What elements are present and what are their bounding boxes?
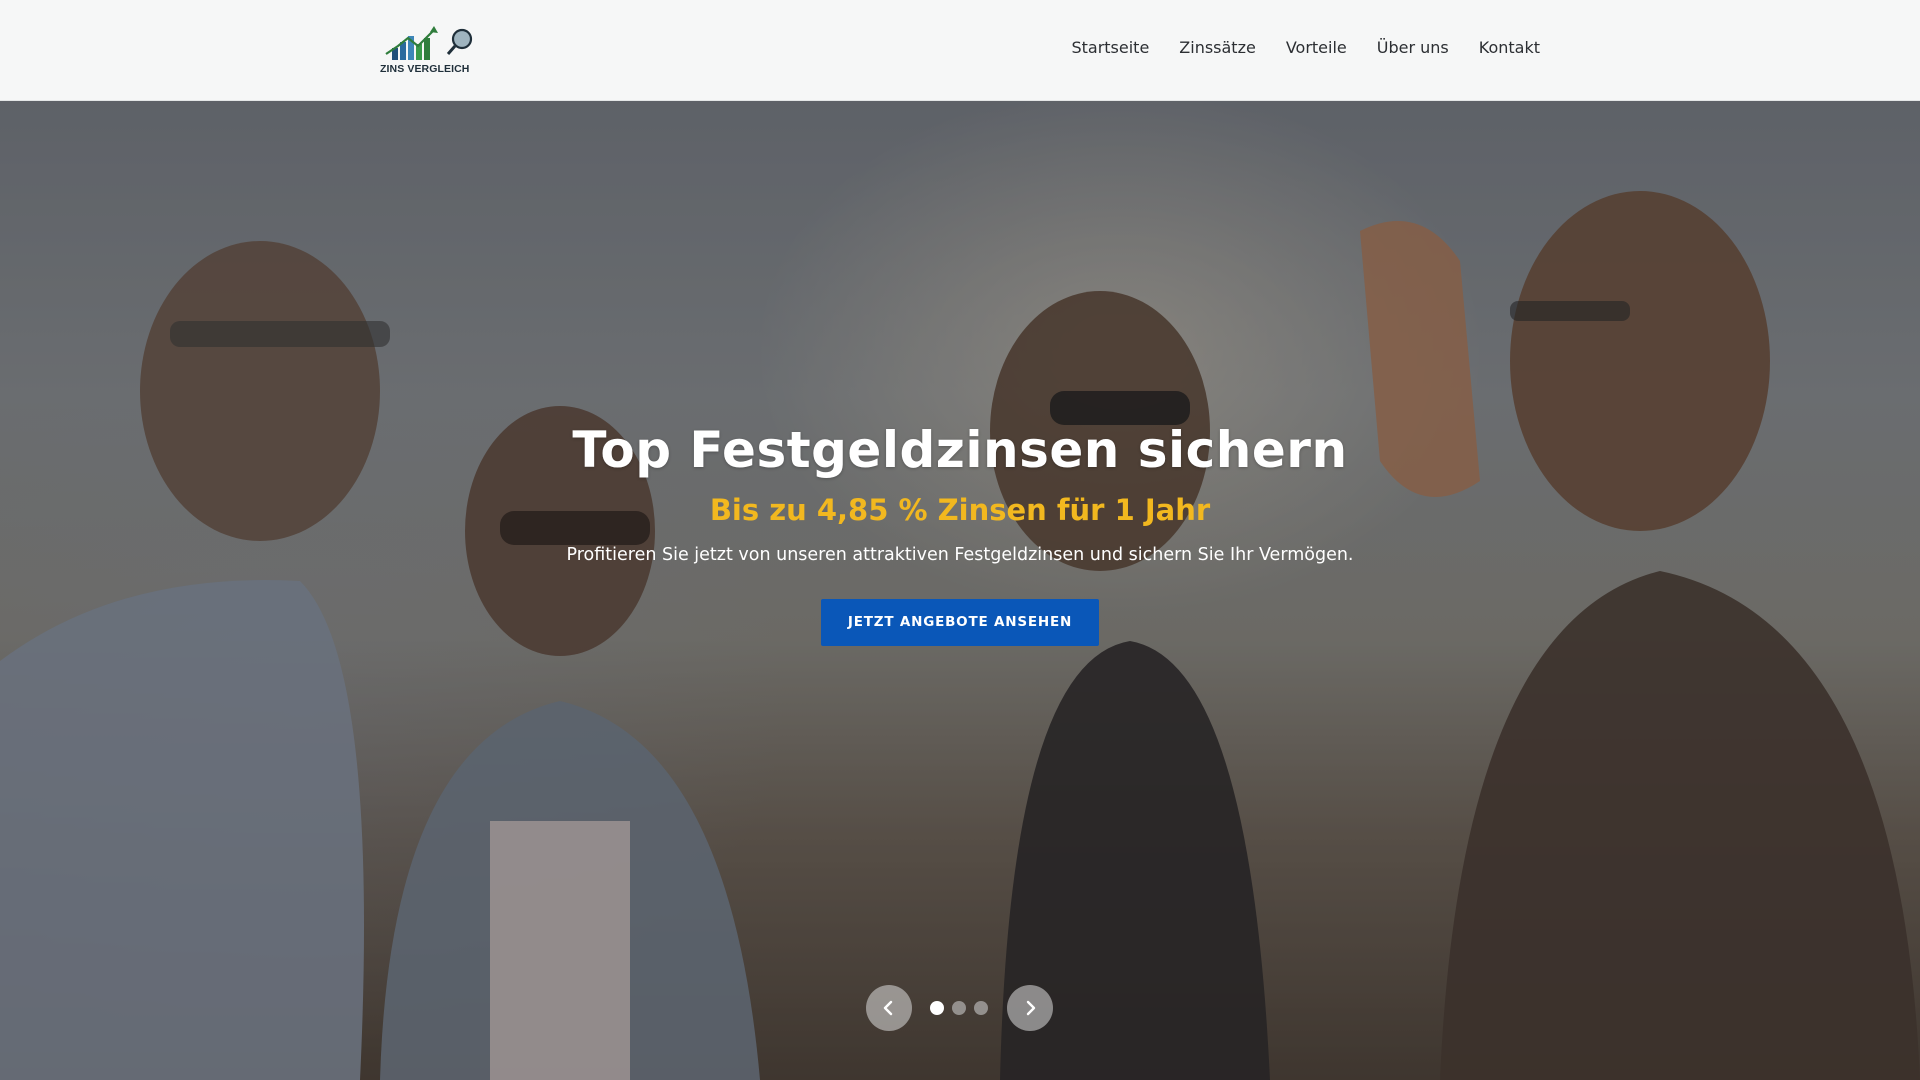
hero-subtitle: Bis zu 4,85 % Zinsen für 1 Jahr bbox=[709, 493, 1211, 527]
hero-content: Top Festgeldzinsen sichern Bis zu 4,85 %… bbox=[0, 421, 1920, 646]
hero-title: Top Festgeldzinsen sichern bbox=[572, 421, 1348, 479]
chart-logo-icon bbox=[385, 26, 473, 60]
slider-prev-button[interactable] bbox=[866, 985, 912, 1031]
hero-slider: Top Festgeldzinsen sichern Bis zu 4,85 %… bbox=[0, 101, 1920, 1080]
site-header: ZINS VERGLEICH Startseite Zinssätze Vort… bbox=[0, 0, 1920, 101]
nav-item-kontakt[interactable]: Kontakt bbox=[1479, 38, 1540, 57]
site-logo[interactable]: ZINS VERGLEICH bbox=[378, 24, 483, 78]
hero-description: Profitieren Sie jetzt von unseren attrak… bbox=[566, 545, 1354, 565]
chevron-right-icon bbox=[1026, 1000, 1036, 1016]
slider-dot-2[interactable] bbox=[952, 1001, 966, 1015]
slider-next-button[interactable] bbox=[1007, 985, 1053, 1031]
nav-item-zinssaetze[interactable]: Zinssätze bbox=[1179, 38, 1256, 57]
slider-dots bbox=[930, 1001, 988, 1015]
slider-dot-3[interactable] bbox=[974, 1001, 988, 1015]
chevron-left-icon bbox=[883, 1000, 893, 1016]
view-offers-button[interactable]: JETZT ANGEBOTE ANSEHEN bbox=[820, 599, 1100, 646]
logo-wordmark: ZINS VERGLEICH bbox=[380, 63, 470, 75]
nav-item-vorteile[interactable]: Vorteile bbox=[1286, 38, 1347, 57]
nav-item-startseite[interactable]: Startseite bbox=[1071, 38, 1149, 57]
nav-item-ueber-uns[interactable]: Über uns bbox=[1377, 38, 1449, 57]
slider-dot-1[interactable] bbox=[930, 1001, 944, 1015]
main-nav: Startseite Zinssätze Vorteile Über uns K… bbox=[1071, 38, 1540, 57]
slider-controls bbox=[0, 985, 1920, 1031]
